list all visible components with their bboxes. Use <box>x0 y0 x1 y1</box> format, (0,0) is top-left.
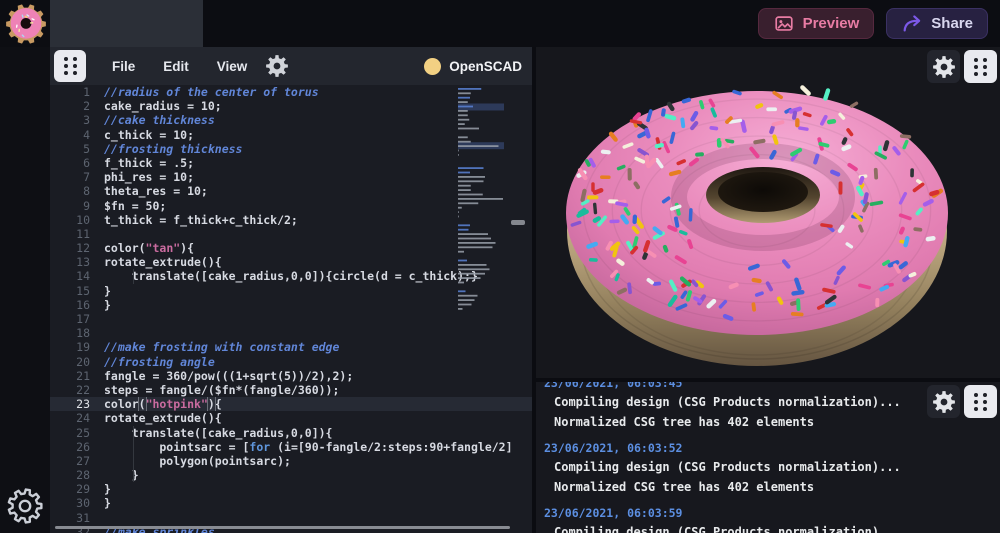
donut-3d-render[interactable] <box>536 47 1000 378</box>
active-file-tab[interactable] <box>50 0 203 47</box>
vertical-scrollbar-thumb[interactable] <box>511 220 525 225</box>
preview-label: Preview <box>803 15 860 32</box>
engine-label: OpenSCAD <box>449 59 522 74</box>
editor-drag-handle-icon[interactable] <box>54 50 86 82</box>
console-message: Compiling design (CSG Products normaliza… <box>544 522 1000 533</box>
menu-edit[interactable]: Edit <box>149 53 203 80</box>
share-button[interactable]: Share <box>886 8 988 39</box>
console-timestamp: 23/06/2021, 06:03:52 <box>544 440 1000 457</box>
engine-status-dot <box>424 58 441 75</box>
preview-button[interactable]: Preview <box>758 8 875 39</box>
code-editor[interactable]: 1//radius of the center of torus2cake_ra… <box>50 85 532 533</box>
menu-file[interactable]: File <box>98 53 149 80</box>
minimap[interactable] <box>455 85 505 533</box>
settings-gear-icon[interactable] <box>6 487 44 525</box>
share-label: Share <box>931 15 973 32</box>
console-drag-handle-icon[interactable] <box>964 385 997 418</box>
console-gear-icon[interactable] <box>927 385 960 418</box>
menu-view[interactable]: View <box>203 53 262 80</box>
editor-gear-icon[interactable] <box>265 54 289 78</box>
console-timestamp: 23/06/2021, 06:03:59 <box>544 505 1000 522</box>
donut-app-logo-icon[interactable] <box>5 3 47 45</box>
left-rail <box>0 47 50 533</box>
image-icon <box>773 13 795 35</box>
console-message: Normalized CSG tree has 402 elements <box>544 477 1000 497</box>
console-panel[interactable]: 23/06/2021, 06:03:45Compiling design (CS… <box>536 382 1000 533</box>
share-arrow-icon <box>901 13 923 35</box>
viewer-gear-icon[interactable] <box>927 50 960 83</box>
horizontal-scrollbar-thumb[interactable] <box>55 526 510 529</box>
editor-panel: File Edit View OpenSCAD 1//radius of the… <box>50 47 532 533</box>
top-bar: Preview Share <box>0 0 1000 47</box>
editor-menubar: File Edit View OpenSCAD <box>50 47 532 85</box>
console-message: Compiling design (CSG Products normaliza… <box>544 457 1000 477</box>
console-entry: 23/06/2021, 06:03:52Compiling design (CS… <box>544 440 1000 497</box>
viewer-drag-handle-icon[interactable] <box>964 50 997 83</box>
viewer-panel[interactable] <box>536 47 1000 378</box>
console-entry: 23/06/2021, 06:03:59Compiling design (CS… <box>544 505 1000 533</box>
